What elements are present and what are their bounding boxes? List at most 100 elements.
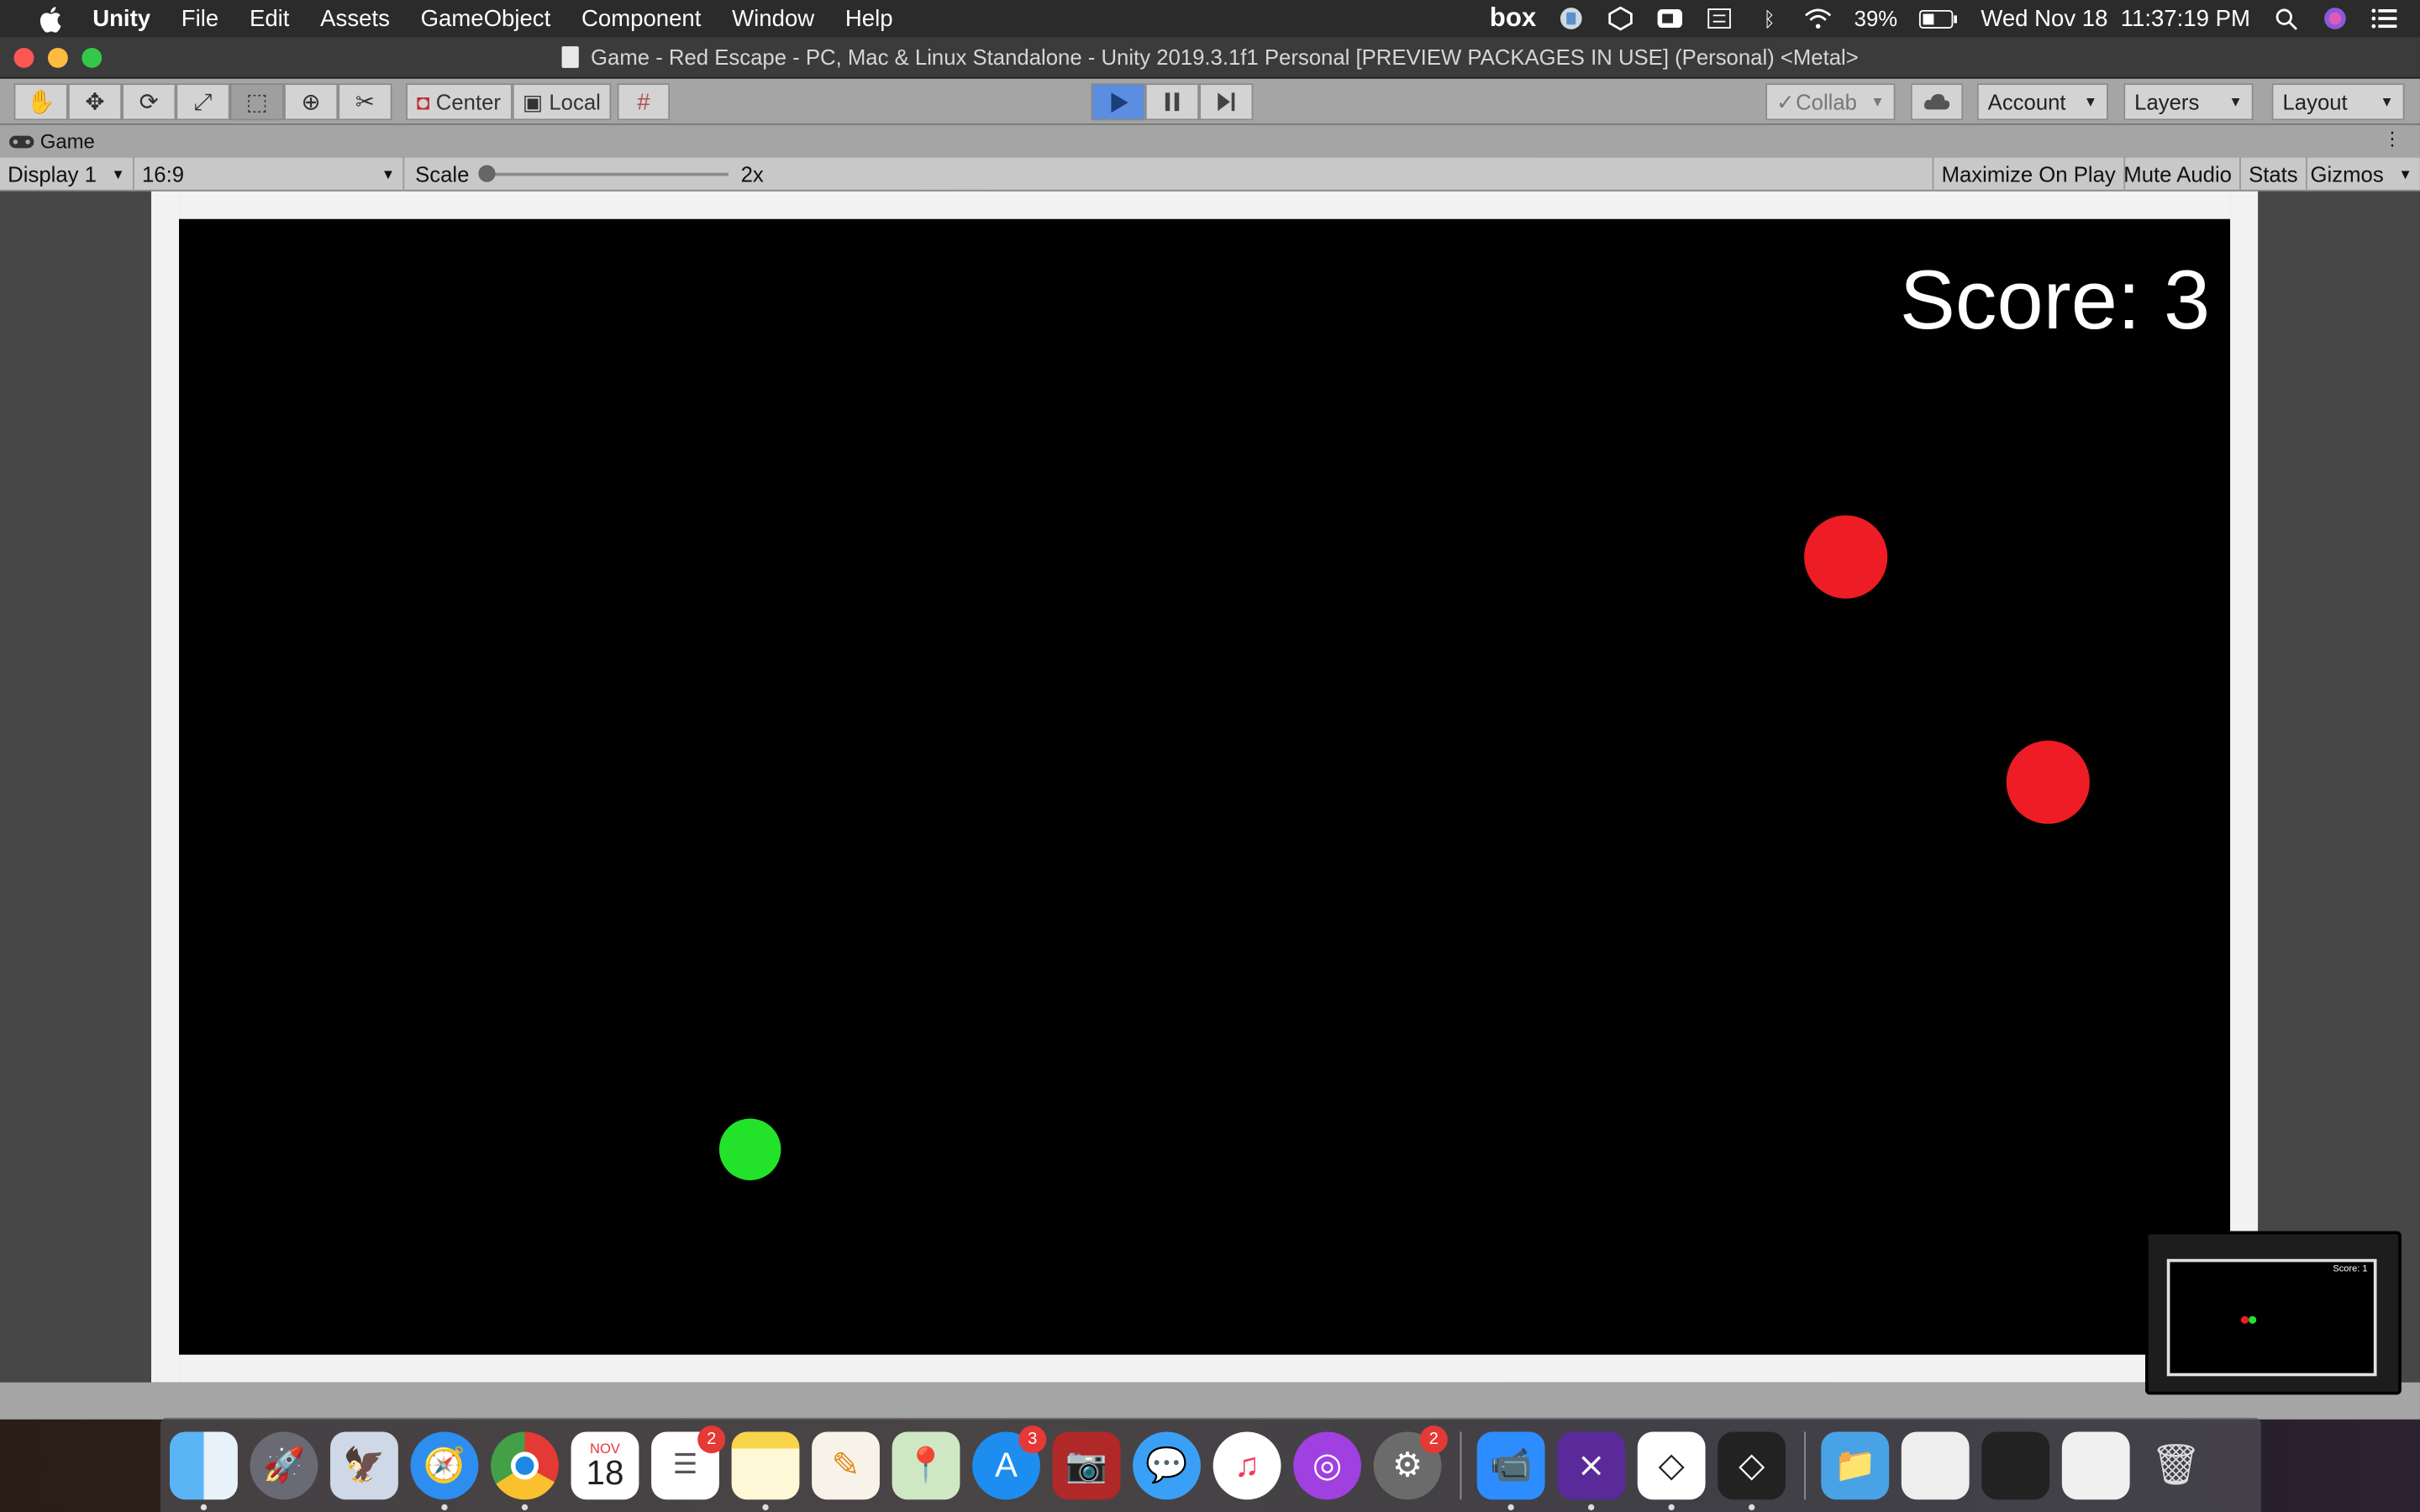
layout-dropdown[interactable]: Layout ▼	[2271, 83, 2405, 121]
menu-clock[interactable]: Wed Nov 18 11:37:19 PM	[1981, 5, 2250, 31]
apple-menu-icon[interactable]	[31, 0, 68, 37]
reminders-badge: 2	[697, 1425, 726, 1453]
maximize-on-play-toggle[interactable]: Maximize On Play	[1932, 157, 2125, 192]
maps-icon[interactable]: 📍	[892, 1431, 960, 1499]
collab-check-icon: ✓	[1776, 88, 1795, 113]
pause-button[interactable]	[1144, 83, 1200, 121]
rect-tool-icon[interactable]: ⬚	[229, 83, 284, 121]
grid-snap-icon[interactable]: #	[617, 83, 671, 121]
input-method-icon[interactable]	[1706, 6, 1733, 30]
siri-icon[interactable]	[2321, 6, 2349, 30]
finder-icon[interactable]	[170, 1431, 238, 1510]
macos-dock: 🚀 🦅 🧭 NOV 18 ☰ 2 ✎ 📍 A3 📷 💬 ♫ ◎ ⚙ 2 📹 ⨯ ◇ …	[160, 1417, 2261, 1512]
unity-editor-dock-icon[interactable]: ◇	[1718, 1431, 1786, 1510]
pages-icon[interactable]: ✎	[812, 1431, 880, 1499]
stats-label: Stats	[2249, 161, 2298, 187]
cloud-icon	[1923, 94, 1950, 110]
preview-app-icon[interactable]: 🦅	[330, 1431, 398, 1499]
podcasts-icon[interactable]: ◎	[1293, 1431, 1361, 1499]
messages-icon[interactable]: 💬	[1133, 1431, 1201, 1499]
display-select[interactable]: Display 1 ▼	[0, 157, 134, 192]
mute-audio-toggle[interactable]: Mute Audio	[2116, 157, 2242, 192]
thumbnail-red-ball	[2240, 1315, 2249, 1324]
downloads-folder-icon[interactable]: 📁	[1821, 1431, 1890, 1499]
trash-icon[interactable]: 🗑	[2142, 1431, 2210, 1499]
minimize-window-button[interactable]	[47, 47, 68, 68]
cloud-button[interactable]	[1910, 83, 1964, 121]
chrome-icon[interactable]	[491, 1431, 559, 1510]
unity-hub-icon[interactable]	[1607, 6, 1635, 31]
minimized-window-icon[interactable]	[1981, 1431, 2050, 1499]
menu-edit[interactable]: Edit	[250, 5, 289, 31]
account-dropdown[interactable]: Account ▼	[1976, 83, 2108, 121]
menu-component[interactable]: Component	[581, 5, 701, 31]
scale-slider[interactable]	[478, 165, 729, 182]
scale-tool-icon[interactable]: ⤢	[176, 83, 230, 121]
scale-slider-handle[interactable]	[478, 165, 496, 182]
minimized-window-icon[interactable]	[2061, 1431, 2130, 1499]
chevron-down-icon: ▼	[2398, 166, 2412, 182]
cube-icon: ▣	[522, 88, 544, 113]
bottom-letterbox	[179, 1354, 2231, 1383]
transform-tools: ✋ ✥ ⟳ ⤢ ⬚ ⊕ ✂	[13, 83, 392, 121]
wifi-icon[interactable]	[1805, 6, 1833, 30]
tab-game[interactable]: Game	[9, 129, 95, 153]
menu-window[interactable]: Window	[732, 5, 814, 31]
close-window-button[interactable]	[13, 47, 34, 68]
hand-tool-icon[interactable]: ✋	[13, 83, 68, 121]
gamepad-icon	[9, 134, 34, 148]
left-letterbox	[150, 191, 180, 1383]
custom-tool-icon[interactable]: ✂	[338, 83, 392, 121]
game-view[interactable]: Score: 3	[179, 218, 2231, 1355]
safari-icon[interactable]: 🧭	[410, 1431, 479, 1510]
game-view-toolbar: Display 1 ▼ 16:9 ▼ Scale 2x Maximize On …	[0, 157, 2420, 192]
layers-label: Layers	[2134, 89, 2200, 114]
collab-dropdown[interactable]: ✓ Collab ▼	[1765, 83, 1896, 121]
zoom-icon[interactable]: 📹	[1476, 1431, 1545, 1510]
calendar-icon[interactable]: NOV 18	[571, 1431, 639, 1499]
menu-app-name[interactable]: Unity	[92, 5, 150, 31]
chevron-down-icon: ▼	[1870, 94, 1885, 110]
layers-dropdown[interactable]: Layers ▼	[2123, 83, 2254, 121]
transform-tool-icon[interactable]: ⊕	[283, 83, 339, 121]
notification-center-icon[interactable]	[2370, 6, 2398, 30]
bluetooth-icon[interactable]: ᛒ	[1755, 6, 1783, 30]
scale-value: 2x	[740, 161, 764, 187]
zoom-status-icon[interactable]	[1657, 6, 1685, 30]
menu-file[interactable]: File	[182, 5, 218, 31]
unity-status-bar	[0, 1382, 2420, 1420]
screenshot-thumbnail[interactable]: Score: 1	[2145, 1231, 2402, 1395]
reminders-icon[interactable]: ☰ 2	[651, 1425, 726, 1499]
pivot-local-button[interactable]: ▣ Local	[511, 83, 612, 121]
app-store-icon[interactable]: A3	[972, 1425, 1047, 1499]
box-icon[interactable]: box	[1490, 3, 1537, 34]
red-enemy-ball	[2006, 740, 2090, 824]
tab-menu-icon[interactable]: ⋮	[2383, 128, 2402, 150]
photo-booth-icon[interactable]: 📷	[1052, 1431, 1121, 1499]
step-button[interactable]	[1199, 83, 1254, 121]
tab-game-label: Game	[39, 129, 95, 153]
music-icon[interactable]: ♫	[1213, 1431, 1281, 1499]
gizmos-dropdown[interactable]: Gizmos ▼	[2302, 157, 2420, 191]
play-button[interactable]	[1091, 83, 1145, 121]
rotate-tool-icon[interactable]: ⟳	[122, 83, 176, 121]
drive-sync-icon[interactable]	[1558, 6, 1586, 30]
menu-help[interactable]: Help	[845, 5, 893, 31]
thumbnail-game-view: Score: 1	[2166, 1258, 2377, 1377]
red-enemy-ball	[1804, 515, 1888, 599]
zoom-window-button[interactable]	[82, 47, 103, 68]
move-tool-icon[interactable]: ✥	[67, 83, 123, 121]
minimized-window-icon[interactable]	[1901, 1431, 1970, 1499]
menu-gameobject[interactable]: GameObject	[421, 5, 551, 31]
stats-toggle[interactable]: Stats	[2241, 157, 2307, 192]
battery-icon[interactable]	[1919, 6, 1960, 30]
notes-icon[interactable]	[731, 1431, 800, 1510]
launchpad-icon[interactable]: 🚀	[250, 1431, 318, 1499]
system-preferences-icon[interactable]: ⚙ 2	[1373, 1425, 1448, 1499]
visual-studio-icon[interactable]: ⨯	[1557, 1431, 1626, 1510]
pivot-center-button[interactable]: ◘ Center	[406, 83, 512, 121]
unity-hub-dock-icon[interactable]: ◇	[1637, 1431, 1706, 1510]
menu-assets[interactable]: Assets	[320, 5, 390, 31]
aspect-select[interactable]: 16:9 ▼	[134, 157, 405, 192]
spotlight-search-icon[interactable]	[2272, 6, 2300, 30]
